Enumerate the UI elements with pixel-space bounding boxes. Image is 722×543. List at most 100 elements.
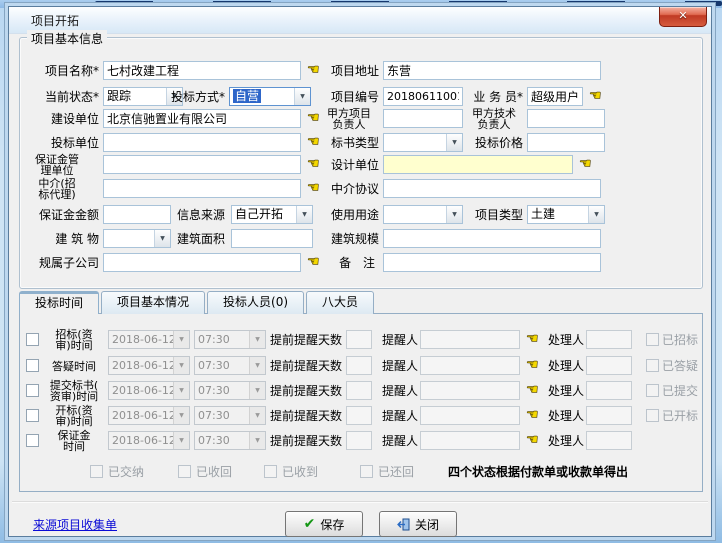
chevron-down-icon[interactable]: ▼: [588, 206, 604, 223]
lookup-hand-icon[interactable]: ☚: [526, 431, 544, 450]
lookup-hand-icon[interactable]: ☚: [307, 155, 325, 174]
lookup-hand-icon[interactable]: ☚: [526, 356, 544, 375]
project-address-input[interactable]: [383, 61, 601, 80]
time-picker[interactable]: 07:30 ▼: [194, 381, 266, 400]
reminder-input[interactable]: [420, 381, 520, 400]
lookup-hand-icon[interactable]: ☚: [307, 253, 325, 272]
source-collection-link[interactable]: 来源项目收集单: [33, 516, 117, 533]
lookup-hand-icon[interactable]: ☚: [526, 330, 544, 349]
deposit-amount-input[interactable]: [103, 205, 171, 224]
project-type-combo[interactable]: 土建 ▼: [527, 205, 605, 224]
form-row: 规属子公司 ☚ 备 注: [9, 253, 711, 273]
handler-input[interactable]: [586, 356, 632, 375]
handler-input[interactable]: [586, 330, 632, 349]
construction-unit-input[interactable]: [103, 109, 301, 128]
chevron-down-icon[interactable]: ▼: [446, 206, 462, 223]
row-checkbox[interactable]: [26, 333, 39, 346]
owner-pm-input[interactable]: [383, 109, 463, 128]
salesman-input[interactable]: [527, 87, 583, 106]
project-no-input[interactable]: [383, 87, 463, 106]
chevron-down-icon[interactable]: ▼: [173, 407, 189, 424]
reminder-input[interactable]: [420, 406, 520, 425]
status-checkbox[interactable]: [646, 384, 659, 397]
chevron-down-icon[interactable]: ▼: [446, 134, 462, 151]
reminder-input[interactable]: [420, 356, 520, 375]
bid-schedule-panel: 招标(资 审)时间 2018-06-12 ▼ 07:30 ▼ 提前提醒天数 提醒…: [19, 313, 703, 492]
chevron-down-icon[interactable]: ▼: [294, 88, 310, 105]
handler-input[interactable]: [586, 406, 632, 425]
design-unit-input[interactable]: [383, 155, 573, 174]
recovered-checkbox[interactable]: [178, 465, 191, 478]
time-picker[interactable]: 07:30 ▼: [194, 356, 266, 375]
tab-bid-staff[interactable]: 投标人员(0): [207, 291, 304, 314]
lookup-hand-icon[interactable]: ☚: [307, 133, 325, 152]
remark-input[interactable]: [383, 253, 601, 272]
tab-bid-schedule[interactable]: 投标时间: [19, 291, 99, 314]
remind-days-input[interactable]: [346, 330, 372, 349]
lookup-hand-icon[interactable]: ☚: [307, 179, 325, 198]
tab-project-basic[interactable]: 项目基本情况: [101, 291, 205, 314]
handler-input[interactable]: [586, 381, 632, 400]
lookup-hand-icon[interactable]: ☚: [589, 87, 607, 106]
paid-checkbox[interactable]: [90, 465, 103, 478]
building-scale-input[interactable]: [383, 229, 601, 248]
close-button[interactable]: 关闭: [379, 511, 457, 537]
row-checkbox[interactable]: [26, 434, 39, 447]
doc-type-combo[interactable]: ▼: [383, 133, 463, 152]
usage-combo[interactable]: ▼: [383, 205, 463, 224]
row-checkbox[interactable]: [26, 409, 39, 422]
date-picker[interactable]: 2018-06-12 ▼: [108, 381, 190, 400]
status-checkbox[interactable]: [646, 409, 659, 422]
time-picker[interactable]: 07:30 ▼: [194, 330, 266, 349]
lookup-hand-icon[interactable]: ☚: [526, 381, 544, 400]
agency-agreement-input[interactable]: [383, 179, 601, 198]
bid-method-combo[interactable]: 自营 ▼: [229, 87, 311, 106]
returned-checkbox[interactable]: [360, 465, 373, 478]
chevron-down-icon[interactable]: ▼: [173, 432, 189, 449]
date-picker[interactable]: 2018-06-12 ▼: [108, 356, 190, 375]
agency-input[interactable]: [103, 179, 301, 198]
chevron-down-icon[interactable]: ▼: [173, 331, 189, 348]
deposit-mgmt-input[interactable]: [103, 155, 301, 174]
chevron-down-icon[interactable]: ▼: [249, 357, 265, 374]
received-checkbox[interactable]: [264, 465, 277, 478]
chevron-down-icon[interactable]: ▼: [249, 432, 265, 449]
chevron-down-icon[interactable]: ▼: [249, 382, 265, 399]
time-picker[interactable]: 07:30 ▼: [194, 406, 266, 425]
close-x-icon[interactable]: ✕: [659, 7, 707, 27]
row-checkbox[interactable]: [26, 359, 39, 372]
project-name-input[interactable]: [103, 61, 301, 80]
date-picker[interactable]: 2018-06-12 ▼: [108, 330, 190, 349]
chevron-down-icon[interactable]: ▼: [173, 357, 189, 374]
chevron-down-icon[interactable]: ▼: [249, 407, 265, 424]
tab-eight-roles[interactable]: 八大员: [306, 291, 374, 314]
remind-days-input[interactable]: [346, 356, 372, 375]
chevron-down-icon[interactable]: ▼: [173, 382, 189, 399]
bid-unit-input[interactable]: [103, 133, 301, 152]
reminder-input[interactable]: [420, 330, 520, 349]
building-area-input[interactable]: [231, 229, 313, 248]
lookup-hand-icon[interactable]: ☚: [307, 61, 325, 80]
chevron-down-icon[interactable]: ▼: [249, 331, 265, 348]
date-picker[interactable]: 2018-06-12 ▼: [108, 406, 190, 425]
building-combo[interactable]: ▼: [103, 229, 171, 248]
chevron-down-icon[interactable]: ▼: [296, 206, 312, 223]
save-button[interactable]: ✔ 保存: [285, 511, 363, 537]
status-checkbox[interactable]: [646, 359, 659, 372]
status-checkbox[interactable]: [646, 333, 659, 346]
info-source-combo[interactable]: 自己开拓 ▼: [231, 205, 313, 224]
dialog-titlebar[interactable]: 项目开拓 ✕: [9, 7, 711, 34]
reminder-input[interactable]: [420, 431, 520, 450]
remind-days-input[interactable]: [346, 431, 372, 450]
lookup-hand-icon[interactable]: ☚: [579, 155, 597, 174]
owner-tech-input[interactable]: [527, 109, 605, 128]
date-picker[interactable]: 2018-06-12 ▼: [108, 431, 190, 450]
remind-days-input[interactable]: [346, 406, 372, 425]
subsidiary-input[interactable]: [103, 253, 301, 272]
handler-input[interactable]: [586, 431, 632, 450]
remind-days-input[interactable]: [346, 381, 372, 400]
lookup-hand-icon[interactable]: ☚: [526, 406, 544, 425]
bid-price-input[interactable]: [527, 133, 605, 152]
time-picker[interactable]: 07:30 ▼: [194, 431, 266, 450]
row-checkbox[interactable]: [26, 384, 39, 397]
